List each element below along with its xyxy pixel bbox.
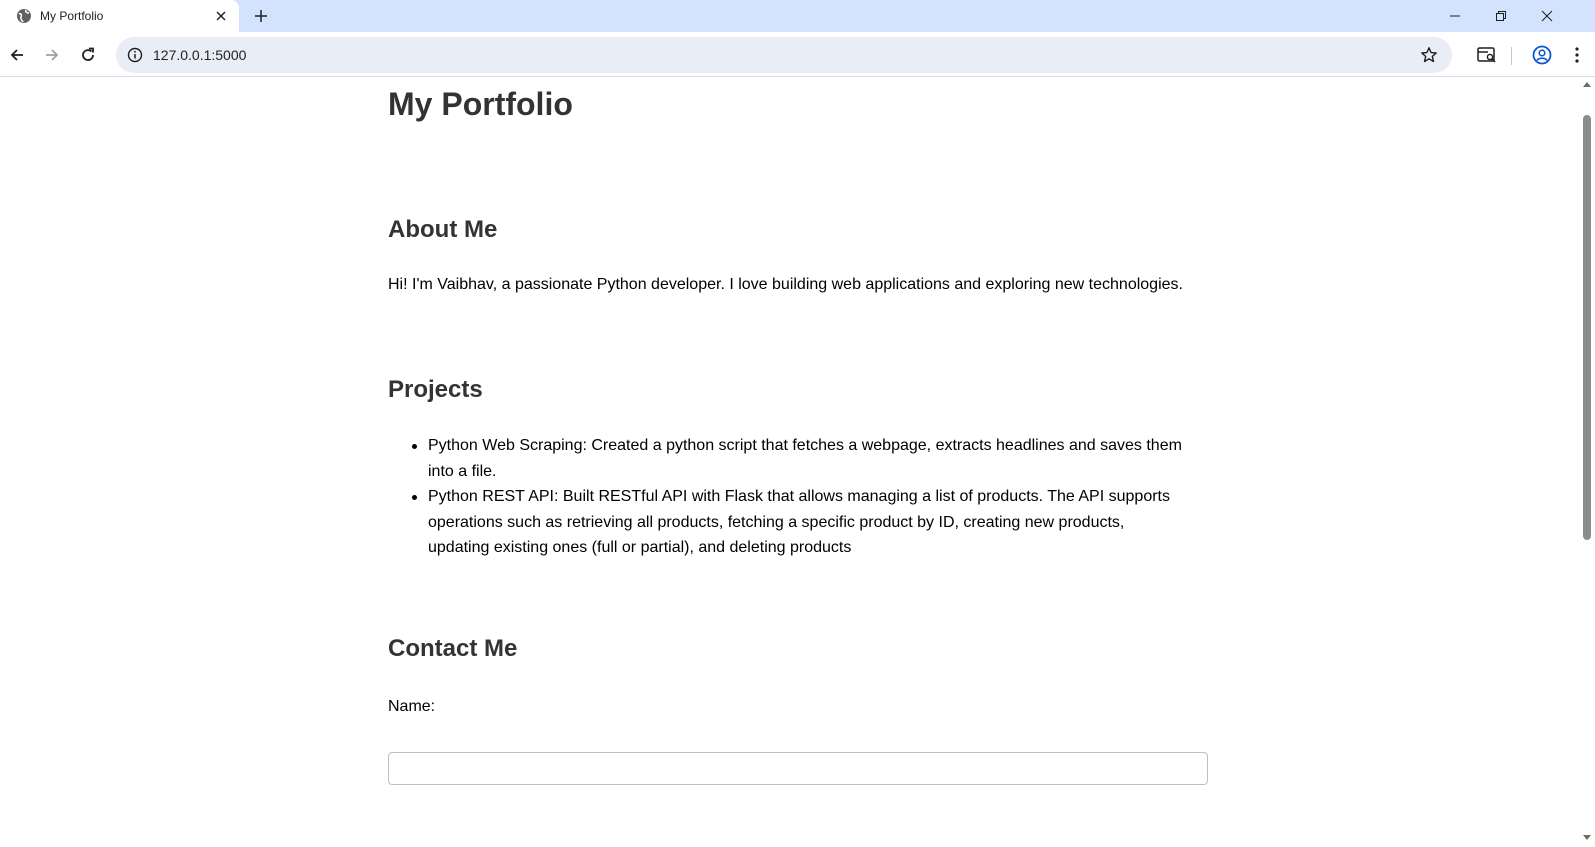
restore-icon bbox=[1496, 11, 1506, 21]
projects-list: Python Web Scraping: Created a python sc… bbox=[388, 433, 1208, 561]
arrow-right-icon bbox=[46, 49, 59, 61]
kebab-menu-icon[interactable] bbox=[1561, 39, 1593, 71]
scroll-down-icon[interactable] bbox=[1583, 835, 1591, 840]
address-bar[interactable]: 127.0.0.1:5000 bbox=[116, 37, 1452, 73]
arrow-left-icon bbox=[10, 49, 23, 61]
scrollbar-thumb[interactable] bbox=[1583, 115, 1591, 540]
name-input[interactable] bbox=[388, 752, 1208, 785]
close-icon[interactable] bbox=[211, 6, 231, 26]
forward-button[interactable] bbox=[36, 39, 68, 71]
tab-my-portfolio[interactable]: My Portfolio bbox=[0, 0, 239, 32]
toolbar-separator bbox=[1511, 47, 1512, 65]
globe-icon bbox=[16, 8, 32, 24]
project-item: Python REST API: Built RESTful API with … bbox=[388, 484, 1208, 561]
url-text[interactable]: 127.0.0.1:5000 bbox=[153, 47, 246, 63]
about-heading: About Me bbox=[388, 216, 498, 243]
restore-button[interactable] bbox=[1478, 0, 1524, 32]
tab-strip: My Portfolio bbox=[0, 0, 1595, 32]
project-text: Python REST API: Built RESTful API with … bbox=[428, 488, 1170, 556]
project-text: Python Web Scraping: Created a python sc… bbox=[428, 437, 1182, 480]
reload-icon bbox=[82, 47, 94, 61]
page-viewport: My Portfolio About Me Hi! I'm Vaibhav, a… bbox=[0, 78, 1580, 847]
name-label: Name: bbox=[388, 698, 436, 715]
tab-title: My Portfolio bbox=[40, 9, 104, 23]
page-title: My Portfolio bbox=[388, 86, 573, 122]
close-window-button[interactable] bbox=[1524, 0, 1570, 32]
project-item: Python Web Scraping: Created a python sc… bbox=[388, 433, 1208, 484]
scroll-up-icon[interactable] bbox=[1583, 82, 1591, 87]
profile-icon[interactable] bbox=[1526, 39, 1558, 71]
minimize-icon bbox=[1450, 15, 1460, 17]
reload-button[interactable] bbox=[72, 39, 104, 71]
bullet-icon bbox=[412, 444, 417, 449]
page-scrollbar[interactable] bbox=[1580, 78, 1595, 847]
contact-heading: Contact Me bbox=[388, 635, 518, 662]
star-icon[interactable] bbox=[1418, 44, 1440, 66]
back-button[interactable] bbox=[1, 39, 33, 71]
tab-search-icon[interactable] bbox=[1471, 39, 1503, 71]
new-tab-button[interactable] bbox=[249, 4, 273, 28]
info-icon[interactable] bbox=[121, 41, 149, 69]
browser-toolbar: 127.0.0.1:5000 bbox=[0, 32, 1595, 77]
about-text: Hi! I'm Vaibhav, a passionate Python dev… bbox=[388, 276, 1183, 293]
bullet-icon bbox=[412, 495, 417, 500]
projects-heading: Projects bbox=[388, 376, 483, 403]
minimize-button[interactable] bbox=[1432, 0, 1478, 32]
close-window-icon bbox=[1541, 10, 1553, 22]
plus-icon bbox=[255, 10, 267, 22]
